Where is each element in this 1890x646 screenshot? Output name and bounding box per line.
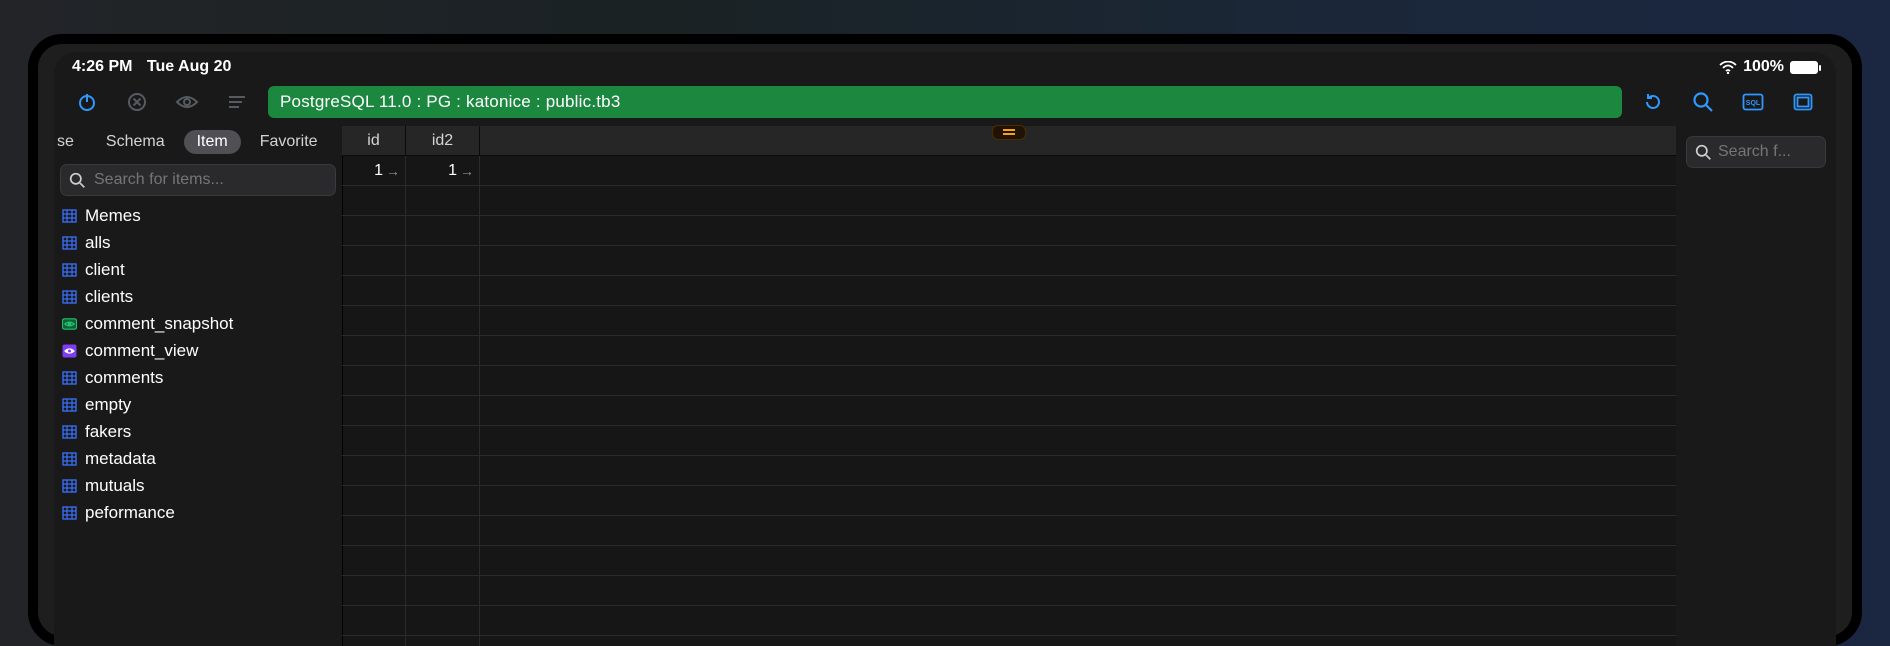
arrow-right-icon: → [460,163,474,179]
app-screen: 4:26 PM Tue Aug 20 100% PostgreSQL 11.0 … [54,52,1836,646]
tab-se[interactable]: se [54,130,87,154]
sidebar-item-label: alls [85,233,111,253]
sidebar-item-label: client [85,260,125,280]
table-icon [62,289,77,304]
sidebar-item-comments[interactable]: comments [62,364,342,391]
table-icon [62,262,77,277]
table-icon [62,451,77,466]
cell-id2-value: 1 [448,162,457,180]
sidebar-item-label: comments [85,368,163,388]
sidebar-item-memes[interactable]: Memes [62,202,342,229]
tab-schema[interactable]: Schema [93,130,178,154]
status-time: 4:26 PM [72,58,132,75]
sidebar-item-label: empty [85,395,131,415]
sidebar-item-metadata[interactable]: metadata [62,445,342,472]
sidebar-tabs: se Schema Item Favorite H [54,126,342,158]
drag-handle-icon[interactable] [992,125,1026,140]
column-header-id[interactable]: id [342,126,406,155]
status-bar: 4:26 PM Tue Aug 20 100% [54,52,1836,78]
sidebar-item-client[interactable]: client [62,256,342,283]
arrow-right-icon: → [386,163,400,179]
sidebar-item-mutuals[interactable]: mutuals [62,472,342,499]
sidebar-item-empty[interactable]: empty [62,391,342,418]
sidebar-item-fakers[interactable]: fakers [62,418,342,445]
search-icon[interactable] [1684,85,1722,119]
sidebar-item-clients[interactable]: clients [62,283,342,310]
sidebar-item-peformance[interactable]: peformance [62,499,342,526]
svg-text:SQL: SQL [1746,100,1761,107]
sql-icon[interactable]: SQL [1734,85,1772,119]
lines-icon[interactable] [218,85,256,119]
table-icon [62,505,77,520]
materialized-view-icon [62,343,77,358]
sidebar-item-label: clients [85,287,133,307]
sidebar-list: Memes alls client clients comment_snapshotco… [54,200,342,646]
breadcrumb[interactable]: PostgreSQL 11.0 : PG : katonice : public… [268,86,1622,118]
sidebar-item-alls[interactable]: alls [62,229,342,256]
sidebar-item-label: comment_snapshot [85,314,233,334]
column-headers: id id2 [342,126,1676,156]
sidebar-item-label: peformance [85,503,175,523]
battery-icon [1790,61,1818,74]
right-panel [1676,126,1836,646]
table-icon [62,370,77,385]
filter-search[interactable] [1686,136,1826,168]
refresh-icon[interactable] [1634,85,1672,119]
sidebar-item-comment_snapshot[interactable]: comment_snapshot [62,310,342,337]
sidebar-search-input[interactable] [94,171,327,189]
wifi-icon [1719,61,1737,74]
cell-id2[interactable]: 1 → [406,156,480,186]
breadcrumb-text: PostgreSQL 11.0 : PG : katonice : public… [280,92,620,112]
sidebar-item-label: comment_view [85,341,198,361]
sidebar-search[interactable] [60,164,336,196]
view-icon [62,316,77,331]
cell-id-value: 1 [374,162,383,180]
sidebar-item-label: mutuals [85,476,145,496]
data-grid: id id2 1 → 1 → [342,126,1676,646]
table-icon [62,235,77,250]
filter-search-input[interactable] [1718,143,1817,161]
sidebar-item-label: fakers [85,422,131,442]
tab-item[interactable]: Item [184,130,241,154]
status-date: Tue Aug 20 [147,58,231,75]
table-icon [62,478,77,493]
table-icon [62,397,77,412]
power-icon[interactable] [68,85,106,119]
close-circle-icon[interactable] [118,85,156,119]
sidebar: se Schema Item Favorite H Memes alls clien… [54,126,342,646]
column-header-id2[interactable]: id2 [406,126,480,155]
status-battery-percent: 100% [1743,58,1784,76]
sidebar-item-label: metadata [85,449,156,469]
tab-favorite[interactable]: Favorite [247,130,331,154]
rows-area[interactable]: 1 → 1 → [342,156,1676,646]
cell-id[interactable]: 1 → [342,156,406,186]
sidebar-item-label: Memes [85,206,141,226]
sidebar-item-comment_view[interactable]: comment_view [62,337,342,364]
table-icon [62,208,77,223]
panels-icon[interactable] [1784,85,1822,119]
search-icon [1695,144,1712,161]
table-icon [62,424,77,439]
table-row[interactable]: 1 → 1 → [342,156,1676,186]
eye-icon[interactable] [168,85,206,119]
content: se Schema Item Favorite H Memes alls clien… [54,126,1836,646]
toolbar: PostgreSQL 11.0 : PG : katonice : public… [54,78,1836,126]
search-icon [69,172,86,189]
